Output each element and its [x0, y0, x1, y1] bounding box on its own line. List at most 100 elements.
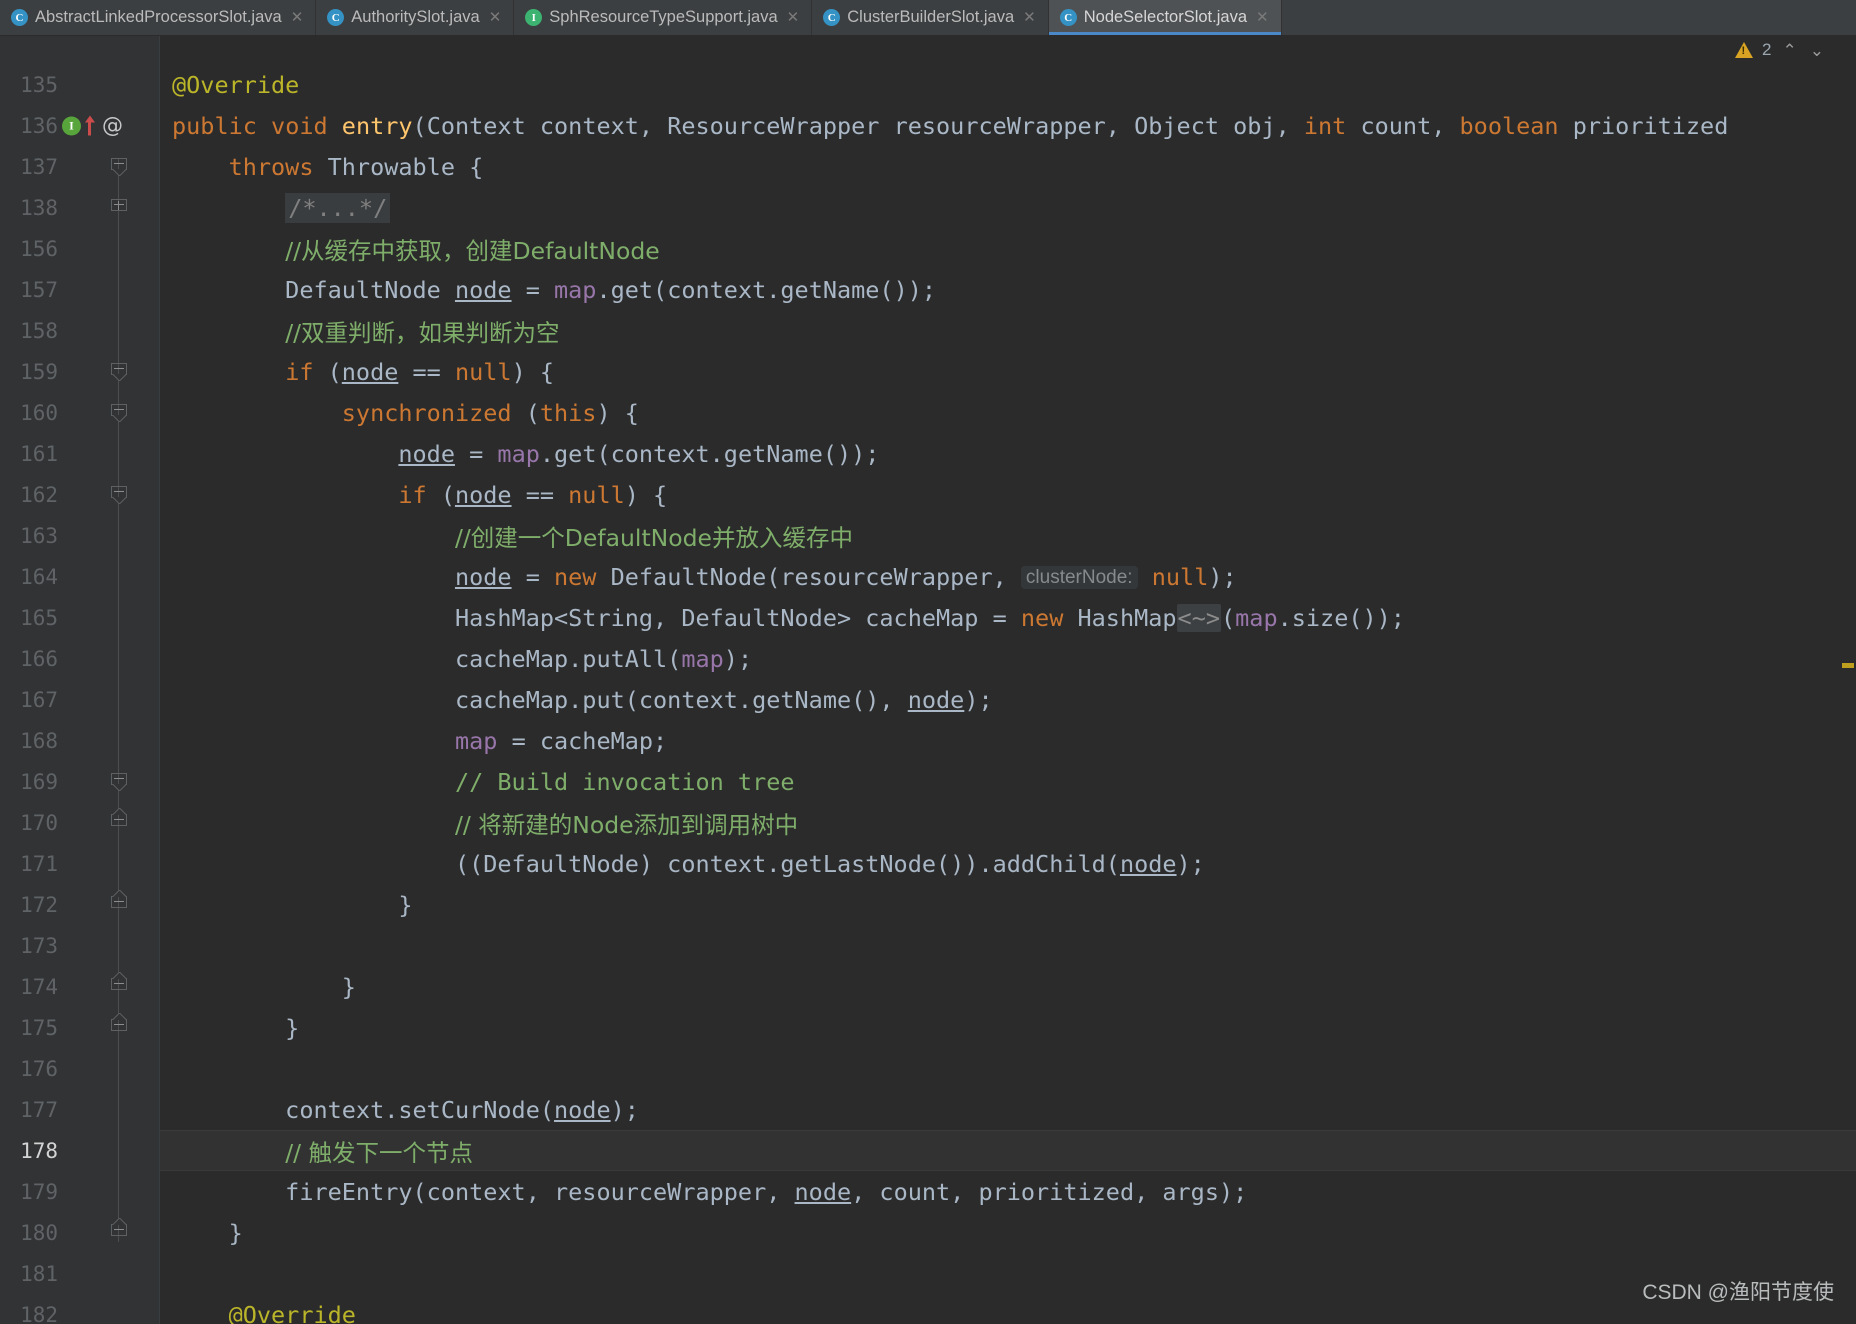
- code-line[interactable]: 156 //从缓存中获取，创建DefaultNode: [0, 228, 1856, 269]
- line-number[interactable]: 173: [0, 934, 58, 958]
- next-problem-icon[interactable]: ⌄: [1808, 42, 1826, 59]
- prev-problem-icon[interactable]: ⌃: [1781, 42, 1799, 59]
- editor-tab-1[interactable]: C AuthoritySlot.java ✕: [316, 0, 515, 35]
- expand-region-icon[interactable]: [110, 198, 128, 217]
- collapse-region-icon[interactable]: [110, 813, 128, 832]
- line-number[interactable]: 156: [0, 237, 58, 261]
- editor-tab-0[interactable]: C AbstractLinkedProcessorSlot.java ✕: [0, 0, 317, 35]
- line-number[interactable]: 178: [0, 1139, 58, 1163]
- code-line[interactable]: 171 ((DefaultNode) context.getLastNode()…: [0, 843, 1856, 884]
- line-number[interactable]: 138: [0, 196, 58, 220]
- collapse-region-icon[interactable]: [110, 157, 128, 176]
- code-line[interactable]: 168 map = cacheMap;: [0, 720, 1856, 761]
- code-line[interactable]: 163 //创建一个DefaultNode并放入缓存中: [0, 515, 1856, 556]
- collapse-region-icon[interactable]: [110, 895, 128, 914]
- collapse-region-icon[interactable]: [110, 1018, 128, 1037]
- collapse-region-icon[interactable]: [110, 1223, 128, 1242]
- tab-close-icon[interactable]: ✕: [1023, 10, 1036, 25]
- code-line[interactable]: 172 }: [0, 884, 1856, 925]
- line-number[interactable]: 135: [0, 73, 58, 97]
- code-line[interactable]: 179 fireEntry(context, resourceWrapper, …: [0, 1171, 1856, 1212]
- code-line[interactable]: 182 @Override: [0, 1294, 1856, 1324]
- tab-close-icon[interactable]: ✕: [787, 10, 800, 25]
- line-number[interactable]: 179: [0, 1180, 58, 1204]
- code-line[interactable]: 176: [0, 1048, 1856, 1089]
- collapse-region-icon[interactable]: [110, 977, 128, 996]
- code-line[interactable]: 135 @Override: [0, 64, 1856, 105]
- code-line[interactable]: 181: [0, 1253, 1856, 1294]
- gutter-annotations[interactable]: I @: [62, 115, 123, 136]
- line-number[interactable]: 175: [0, 1016, 58, 1040]
- collapse-region-icon[interactable]: [110, 485, 128, 504]
- code-token: DefaultNode(resourceWrapper,: [596, 562, 1021, 591]
- line-number[interactable]: 160: [0, 401, 58, 425]
- code-line[interactable]: 170 // 将新建的Node添加到调用树中: [0, 802, 1856, 843]
- line-number[interactable]: 157: [0, 278, 58, 302]
- code-line[interactable]: 138 /*...*/: [0, 187, 1856, 228]
- code-line[interactable]: 164 node = new DefaultNode(resourceWrapp…: [0, 556, 1856, 597]
- line-number[interactable]: 159: [0, 360, 58, 384]
- collapse-region-icon[interactable]: [110, 362, 128, 381]
- editor-tab-2[interactable]: I SphResourceTypeSupport.java ✕: [514, 0, 813, 35]
- line-number[interactable]: 174: [0, 975, 58, 999]
- collapse-region-icon[interactable]: [110, 772, 128, 791]
- line-number[interactable]: 162: [0, 483, 58, 507]
- line-number[interactable]: 158: [0, 319, 58, 343]
- editor-tab-4[interactable]: C NodeSelectorSlot.java ✕: [1048, 0, 1282, 35]
- implementing-method-icon[interactable]: I: [62, 116, 81, 136]
- code-token: (Context context, ResourceWrapper resour…: [412, 111, 1304, 140]
- overriding-method-icon[interactable]: [83, 115, 97, 136]
- code-line[interactable]: 136 I @ public void entry(Context context, …: [0, 105, 1856, 146]
- line-number[interactable]: 161: [0, 442, 58, 466]
- code-line[interactable]: 158 //双重判断，如果判断为空: [0, 310, 1856, 351]
- code-line[interactable]: 174 }: [0, 966, 1856, 1007]
- code-line[interactable]: 166 cacheMap.putAll(map);: [0, 638, 1856, 679]
- line-number[interactable]: 163: [0, 524, 58, 548]
- code-line[interactable]: 167 cacheMap.put(context.getName(), node…: [0, 679, 1856, 720]
- line-number[interactable]: 164: [0, 565, 58, 589]
- code-token: //从缓存中获取，创建DefaultNode: [285, 236, 660, 265]
- line-number[interactable]: 166: [0, 647, 58, 671]
- line-number[interactable]: 182: [0, 1303, 58, 1324]
- scrollbar-warning-marker[interactable]: [1842, 663, 1854, 668]
- line-number[interactable]: 167: [0, 688, 58, 712]
- code-token: int: [1303, 111, 1347, 140]
- code-line[interactable]: 175 }: [0, 1007, 1856, 1048]
- editor-tab-3[interactable]: C ClusterBuilderSlot.java ✕: [812, 0, 1049, 35]
- code-text: /*...*/: [172, 192, 391, 223]
- code-line[interactable]: 177 context.setCurNode(node);: [0, 1089, 1856, 1130]
- code-line[interactable]: 159 if (node == null) {: [0, 351, 1856, 392]
- code-line[interactable]: 161 node = map.get(context.getName());: [0, 433, 1856, 474]
- code-line[interactable]: 173: [0, 925, 1856, 966]
- line-number[interactable]: 172: [0, 893, 58, 917]
- line-number[interactable]: 176: [0, 1057, 58, 1081]
- line-number[interactable]: 137: [0, 155, 58, 179]
- line-number[interactable]: 168: [0, 729, 58, 753]
- line-number[interactable]: 171: [0, 852, 58, 876]
- line-number[interactable]: 136: [0, 114, 58, 138]
- collapse-region-icon[interactable]: [110, 403, 128, 422]
- code-line[interactable]: 162 if (node == null) {: [0, 474, 1856, 515]
- editor-gutter[interactable]: [0, 36, 160, 1324]
- code-editor[interactable]: 135 @Override 136 I @ public void entry(Conte…: [0, 36, 1856, 1324]
- code-line[interactable]: 169 // Build invocation tree: [0, 761, 1856, 802]
- annotation-marker-icon[interactable]: @: [102, 115, 123, 136]
- code-line[interactable]: 157 DefaultNode node = map.get(context.g…: [0, 269, 1856, 310]
- line-number[interactable]: 170: [0, 811, 58, 835]
- tab-close-icon[interactable]: ✕: [291, 10, 304, 25]
- inspection-widget[interactable]: 2 ⌃ ⌄: [1735, 40, 1826, 60]
- tab-close-icon[interactable]: ✕: [1256, 10, 1269, 25]
- line-number[interactable]: 169: [0, 770, 58, 794]
- code-line[interactable]: 180 }: [0, 1212, 1856, 1253]
- line-number[interactable]: 165: [0, 606, 58, 630]
- editor-scrollbar-markers[interactable]: [1840, 36, 1856, 1324]
- code-line[interactable]: 165 HashMap<String, DefaultNode> cacheMa…: [0, 597, 1856, 638]
- line-number[interactable]: 180: [0, 1221, 58, 1245]
- line-number[interactable]: 177: [0, 1098, 58, 1122]
- line-number[interactable]: 181: [0, 1262, 58, 1286]
- code-line[interactable]: 160 synchronized (this) {: [0, 392, 1856, 433]
- code-line[interactable]: 137 throws Throwable {: [0, 146, 1856, 187]
- tab-close-icon[interactable]: ✕: [489, 10, 502, 25]
- fold-box: [111, 198, 127, 211]
- code-line-current[interactable]: 178 // 触发下一个节点: [0, 1130, 1856, 1172]
